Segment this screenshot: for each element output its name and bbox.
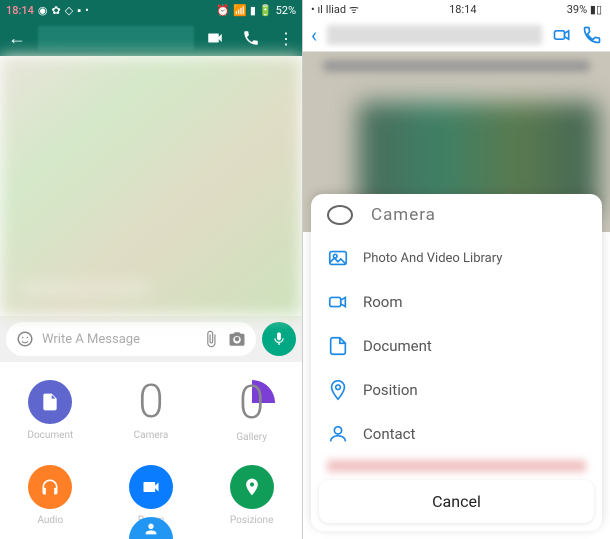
back-button[interactable]: ← [8,28,26,49]
voice-call-icon[interactable] [582,25,602,45]
signal-icon: ▮ [250,4,256,17]
attach-position-label: Posizione [230,515,273,526]
attach-document[interactable]: Document [15,380,85,443]
attach-position[interactable]: Posizione [217,465,287,526]
contact-name-blurred[interactable] [327,25,542,45]
attach-document-label: Document [27,430,73,441]
voice-call-icon[interactable] [242,29,260,47]
battery: 39% ▮▯ [567,3,602,16]
video-call-icon[interactable] [552,25,572,45]
location-icon [327,379,349,401]
notif-icon: • [85,4,89,17]
input-placeholder: Write A Message [42,332,194,347]
location-icon [242,477,262,497]
attach-gallery[interactable]: 0 Gallery [217,380,287,443]
status-time: 18:14 [449,3,476,16]
cancel-button[interactable]: Cancel [319,480,594,523]
attach-gallery-label: Gallery [236,432,267,443]
document-icon [40,392,60,412]
blurred-text [327,460,586,472]
gallery-icon: 0 [229,380,275,426]
attachment-icon[interactable] [202,330,220,348]
attach-camera-label: Camera [134,430,169,441]
mic-icon [271,331,287,347]
attach-camera[interactable]: 0 Camera [116,380,186,443]
sheet-room[interactable]: Room [311,280,602,324]
android-status-bar: 18:14 ◉ ✿ ◇ ▪ • ⏰ 📶 ▮ 🔋 52% [0,0,302,20]
android-pane: 18:14 ◉ ✿ ◇ ▪ • ⏰ 📶 ▮ 🔋 52% ← ⋮ Write A … [0,0,303,539]
notif-icon: ✿ [52,4,61,17]
camera-icon [327,205,353,225]
document-icon [327,335,349,357]
battery-icon: 🔋 [259,4,273,17]
ios-status-bar: • ıl Iliad ᯤ 18:14 39% ▮▯ [303,0,610,18]
back-button[interactable]: ‹ [311,23,317,47]
sheet-position[interactable]: Position [311,368,602,412]
message-composer: Write A Message [0,316,302,362]
room-icon [141,477,161,497]
whatsapp-header: ← ⋮ [0,20,302,56]
carrier: • ıl Iliad ᯤ [311,2,359,17]
contact-icon [327,423,349,445]
camera-icon[interactable] [228,330,246,348]
sheet-camera[interactable]: Camera [311,194,602,236]
voice-record-button[interactable] [262,322,296,356]
alarm-icon: ⏰ [216,4,230,17]
sheet-document[interactable]: Document [311,324,602,368]
ios-attachment-sheet: Camera Photo And Video Library Room Docu… [311,194,602,531]
video-call-icon[interactable] [206,29,224,47]
menu-icon[interactable]: ⋮ [278,29,294,48]
camera-circle-icon: 0 [138,380,164,424]
ios-chat-header: ‹ [303,18,610,52]
battery-pct: 52% [276,4,296,17]
attachment-panel: Document 0 Camera 0 Gallery Audio Room [0,362,302,539]
contact-name-blurred[interactable] [38,26,194,50]
message-input[interactable]: Write A Message [6,322,256,356]
sheet-photo-library[interactable]: Photo And Video Library [311,236,602,280]
person-icon [143,521,159,537]
wifi-icon: 📶 [233,4,247,17]
attach-audio[interactable]: Audio [15,465,85,526]
chat-background-blurred [0,56,302,316]
notif-icon: ▪ [77,4,81,17]
status-time: 18:14 [6,4,34,17]
notif-icon: ◉ [38,4,48,17]
ios-pane: • ıl Iliad ᯤ 18:14 39% ▮▯ ‹ Camera Photo… [303,0,610,539]
emoji-icon[interactable] [16,330,34,348]
room-icon [327,291,349,313]
notif-icon: ◇ [65,4,73,17]
attach-audio-label: Audio [37,515,63,526]
sheet-contact[interactable]: Contact [311,412,602,456]
photo-icon [327,247,349,269]
headphones-icon [40,477,60,497]
